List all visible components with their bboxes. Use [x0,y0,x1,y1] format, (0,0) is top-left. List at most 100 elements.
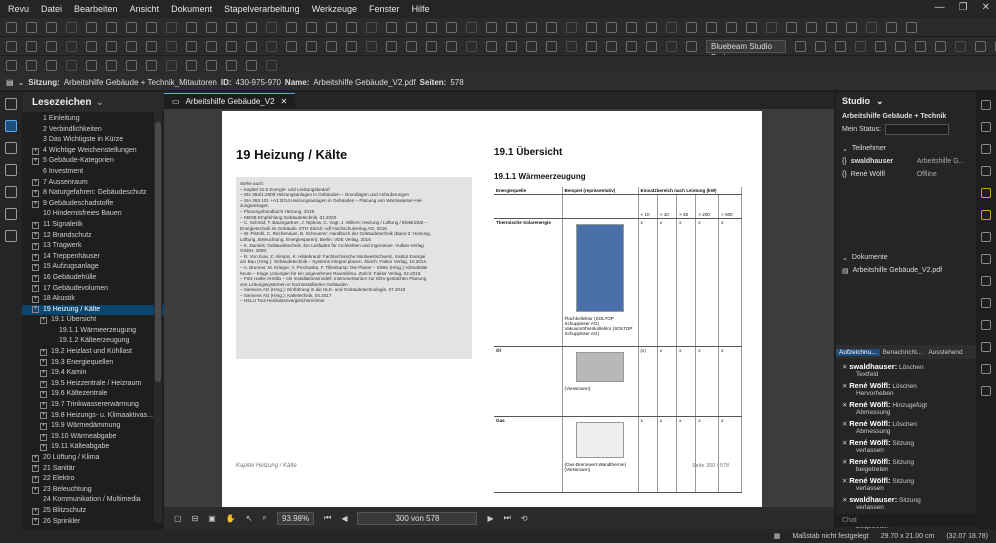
file-access-icon[interactable] [5,142,17,154]
toolbar-tool-icon[interactable] [86,40,97,52]
toolbar-tool-icon[interactable] [566,40,577,52]
expand-icon[interactable]: + [32,147,39,155]
last-page-icon[interactable]: ⏭ [504,513,511,523]
toolbar-tool-icon[interactable] [186,21,197,33]
toolbar-tool-icon[interactable] [546,21,557,33]
expand-icon[interactable]: + [32,274,39,282]
close-icon[interactable]: ✕ [982,2,990,13]
expand-icon[interactable]: + [32,507,39,515]
expand-icon[interactable]: + [32,232,39,240]
expand-icon[interactable]: + [32,306,39,314]
toolbar-tool-icon[interactable] [446,21,457,33]
minimize-icon[interactable]: — [935,2,945,13]
toolbar-tool-icon[interactable] [606,40,617,52]
toolbar-tool-icon[interactable] [955,40,966,52]
measure-icon[interactable] [5,230,17,242]
expand-icon[interactable]: + [32,486,39,494]
menu-item[interactable]: Stapelverarbeitung [224,4,300,14]
expand-icon[interactable]: + [32,295,39,303]
bookmark-item[interactable]: +7 Aussenraum [22,178,164,189]
menu-item[interactable]: Datei [41,4,62,14]
toolbar-tool-icon[interactable] [895,40,906,52]
toolbar-tool-icon[interactable] [286,40,297,52]
toolbar-tool-icon[interactable] [206,59,217,71]
expand-icon[interactable]: + [40,444,47,452]
bookmark-item[interactable]: +20 Lüftung / Klima [22,453,164,464]
record-item[interactable]: ✕ René Wölfl: Sitzung verlassen [836,476,976,492]
toolbar-tool-icon[interactable] [66,21,77,33]
callout-icon[interactable] [981,364,991,374]
expand-icon[interactable]: + [40,391,47,399]
toolbar-tool-icon[interactable] [546,40,557,52]
bookmark-item[interactable]: +16 Gebäudehülle [22,273,164,284]
image-icon[interactable] [981,386,991,396]
prev-page-icon[interactable]: ◀ [341,514,347,523]
bookmark-item[interactable]: +9 Gebäudeschadstoffe [22,199,164,210]
bookmark-item[interactable]: 2 Verbindlichkeiten [22,125,164,136]
split-icon[interactable]: ⊟ [192,514,199,523]
bookmark-item[interactable]: 1 Einleitung [22,114,164,125]
toolbar-tool-icon[interactable] [506,21,517,33]
bookmark-item[interactable]: +19.1 Übersicht [22,315,164,326]
bookmark-item[interactable]: +5 Gebäude-Kategorien [22,156,164,167]
toolbar-tool-icon[interactable] [206,40,217,52]
bookmark-item[interactable]: 24 Kommunikation / Multimedia [22,495,164,506]
toolbar-tool-icon[interactable] [86,21,97,33]
toolbar-tool-icon[interactable] [46,40,57,52]
toolbar-tool-icon[interactable] [526,40,537,52]
menu-item[interactable]: Ansicht [130,4,160,14]
toolbar-tool-icon[interactable] [246,40,257,52]
toolbar-tool-icon[interactable] [166,40,177,52]
expand-icon[interactable]: ⌄ [18,78,25,87]
record-item[interactable]: ✕ René Wölfl: Sitzung verlassen [836,438,976,454]
toolbar-tool-icon[interactable] [366,40,377,52]
expand-icon[interactable]: + [32,518,39,526]
toolbar-tool-icon[interactable] [466,21,477,33]
bookmark-item[interactable]: +21 Sanitär [22,464,164,475]
signatures-icon[interactable] [5,186,17,198]
toolbar-tool-icon[interactable] [786,21,797,33]
expand-icon[interactable]: + [32,242,39,250]
bookmark-item[interactable]: 19.1.1 Wärmeerzeugung [22,326,164,337]
toolbar-tool-icon[interactable] [266,21,277,33]
bookmark-item[interactable]: +19.6 Kältezentrale [22,389,164,400]
toolbar-tool-icon[interactable] [906,21,917,33]
toolbar-tool-icon[interactable] [266,59,277,71]
toolbar-tool-icon[interactable] [346,21,357,33]
toolbar-tool-icon[interactable] [875,40,886,52]
toolbar-tool-icon[interactable] [126,40,137,52]
toolbar-tool-icon[interactable] [835,40,846,52]
bookmark-item[interactable]: +14 Treppenhäuser [22,252,164,263]
toolbar-tool-icon[interactable] [226,40,237,52]
toolbar-tool-icon[interactable] [586,21,597,33]
toolbar-tool-icon[interactable] [586,40,597,52]
toolbar-tool-icon[interactable] [166,21,177,33]
toolbar-tool-icon[interactable] [286,21,297,33]
grid-toggle-icon[interactable]: ▦ [774,532,781,540]
toolbar-tool-icon[interactable] [326,40,337,52]
bookmark-item[interactable]: 19.1.2 Kälteerzeugung [22,336,164,347]
toolbar-tool-icon[interactable] [806,21,817,33]
eraser-icon[interactable] [981,232,991,242]
back-icon[interactable]: ⟲ [521,514,528,523]
bookmark-item[interactable]: +11 Signaletik [22,220,164,231]
toolbar-tool-icon[interactable] [746,21,757,33]
toolbar-tool-icon[interactable] [46,59,57,71]
polyline-icon[interactable] [981,298,991,308]
menu-item[interactable]: Fenster [369,4,400,14]
record-item[interactable]: ✕ René Wölfl: Hinzugefügt Abmessung [836,400,976,416]
chat-input[interactable]: Chat [836,514,976,527]
toolbar-tool-icon[interactable] [26,21,37,33]
bookmark-item[interactable]: +22 Elektro [22,474,164,485]
toolbar-tool-icon[interactable] [166,59,177,71]
toolbar-tool-icon[interactable] [246,59,257,71]
toolbar-tool-icon[interactable] [6,59,17,71]
bookmark-item[interactable]: +26 Sprinkler [22,517,164,528]
toolbar-tool-icon[interactable] [626,21,637,33]
expand-icon[interactable]: + [32,264,39,272]
toolbar-tool-icon[interactable] [206,21,217,33]
search-icon[interactable] [981,122,991,132]
toolbar-tool-icon[interactable] [386,40,397,52]
participant-row[interactable]: {} René Wölfl Offline [836,168,976,181]
record-tab[interactable]: Ausstehend [925,349,965,356]
